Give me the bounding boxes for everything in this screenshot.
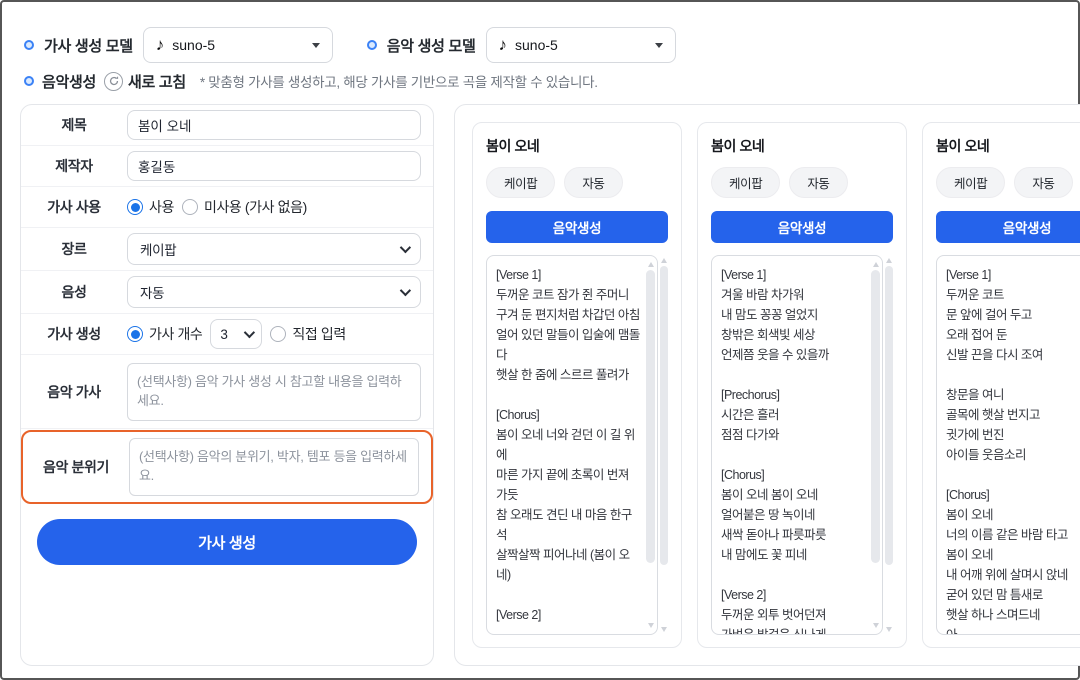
radio-selected-icon — [127, 326, 143, 342]
music-model-label: 음악 생성 모델 — [387, 35, 476, 56]
model-select-bar: 가사 생성 모델 ♪ suno-5 음악 생성 모델 ♪ suno-5 — [24, 26, 1060, 64]
generate-lyrics-button[interactable]: 가사 생성 — [37, 519, 417, 565]
lyrics-scrollbar[interactable] — [871, 262, 880, 628]
blue-dot-icon — [24, 40, 34, 50]
music-model-select[interactable]: ♪ suno-5 — [486, 27, 676, 63]
blue-dot-icon — [367, 40, 377, 50]
title-row: 제목 — [21, 105, 433, 146]
lyrics-box: [Verse 1] 두꺼운 코트 문 앞에 걸어 두고 오래 접어 둔 신발 끈… — [936, 255, 1080, 635]
lyrics-box: [Verse 1] 두꺼운 코트 잠가 쥔 주머니 구겨 둔 편지처럼 차갑던 … — [486, 255, 668, 635]
generate-music-button[interactable]: 음악생성 — [486, 211, 668, 243]
lyrics-model-label: 가사 생성 모델 — [44, 35, 133, 56]
blue-dot-icon — [24, 76, 34, 86]
lyrics-box: [Verse 1] 겨울 바람 차가워 내 맘도 꽁꽁 얼었지 창밖은 회색빛 … — [711, 255, 893, 635]
genre-tag: 케이팝 — [486, 167, 555, 198]
creator-input[interactable] — [127, 151, 421, 181]
creator-label: 제작자 — [21, 156, 127, 176]
music-mood-textarea[interactable] — [129, 438, 419, 496]
radio-unselected-icon — [182, 199, 198, 215]
dropdown-arrow-icon — [312, 43, 320, 48]
voice-label: 음성 — [21, 282, 127, 302]
lyrics-model-value: suno-5 — [172, 37, 304, 53]
music-note-icon: ♪ — [499, 36, 508, 53]
lyrics-textarea[interactable]: [Verse 1] 두꺼운 코트 문 앞에 걸어 두고 오래 접어 둔 신발 끈… — [936, 255, 1080, 635]
generate-music-button[interactable]: 음악생성 — [711, 211, 893, 243]
voice-tag: 자동 — [1014, 167, 1072, 198]
chevron-down-icon — [400, 285, 411, 296]
chevron-down-icon — [244, 327, 255, 338]
lyrics-count-radio[interactable]: 가사 개수 — [127, 324, 202, 344]
card-scrollbar[interactable] — [885, 258, 893, 632]
radio-selected-icon — [127, 199, 143, 215]
creator-row: 제작자 — [21, 146, 433, 187]
genre-row: 장르 케이팝 — [21, 228, 433, 271]
generate-music-button[interactable]: 음악생성 — [936, 211, 1080, 243]
card-scrollbar[interactable] — [660, 258, 668, 632]
refresh-button[interactable]: 새로 고침 — [104, 71, 186, 92]
genre-label: 장르 — [21, 239, 127, 259]
music-gen-label: 음악생성 — [42, 71, 96, 92]
lyrics-gen-label: 가사 생성 — [21, 324, 127, 344]
voice-tag: 자동 — [564, 167, 622, 198]
lyrics-model-select[interactable]: ♪ suno-5 — [143, 27, 333, 63]
direct-input-radio[interactable]: 직접 입력 — [270, 324, 345, 344]
voice-row: 음성 자동 — [21, 271, 433, 314]
music-lyrics-row: 음악 가사 — [21, 355, 433, 429]
genre-tag: 케이팝 — [711, 167, 780, 198]
title-input[interactable] — [127, 110, 421, 140]
lyrics-gen-row: 가사 생성 가사 개수 3 직접 입력 — [21, 314, 433, 355]
lyrics-count-select[interactable]: 3 — [210, 319, 262, 349]
voice-tag: 자동 — [789, 167, 847, 198]
genre-select[interactable]: 케이팝 — [127, 233, 421, 265]
card-title: 봄이 오네 — [711, 136, 893, 156]
radio-unselected-icon — [270, 326, 286, 342]
results-panel: 봄이 오네 케이팝 자동 음악생성 [Verse 1] 두꺼운 코트 잠가 쥔 … — [454, 104, 1080, 666]
lyrics-card: 봄이 오네 케이팝 자동 음악생성 [Verse 1] 겨울 바람 차가워 내 … — [697, 122, 907, 648]
use-lyrics-row: 가사 사용 사용 미사용 (가사 없음) — [21, 187, 433, 228]
refresh-label: 새로 고침 — [128, 71, 186, 92]
lyrics-scrollbar[interactable] — [646, 262, 655, 628]
music-mood-label: 음악 분위기 — [23, 457, 129, 477]
chevron-down-icon — [400, 242, 411, 253]
music-gen-bar: 음악생성 새로 고침 * 맞춤형 가사를 생성하고, 해당 가사를 기반으로 곡… — [24, 68, 1060, 94]
music-note-icon: ♪ — [156, 36, 165, 53]
lyrics-form-panel: 제목 제작자 가사 사용 사용 미사용 (가사 없음) — [20, 104, 434, 666]
lyrics-card: 봄이 오네 케이팝 자동 음악생성 [Verse 1] 두꺼운 코트 문 앞에 … — [922, 122, 1080, 648]
dropdown-arrow-icon — [655, 43, 663, 48]
lyrics-textarea[interactable]: [Verse 1] 겨울 바람 차가워 내 맘도 꽁꽁 얼었지 창밖은 회색빛 … — [711, 255, 883, 635]
genre-tag: 케이팝 — [936, 167, 1005, 198]
card-title: 봄이 오네 — [486, 136, 668, 156]
music-mood-row: 음악 분위기 — [21, 430, 433, 504]
music-model-value: suno-5 — [515, 37, 647, 53]
title-label: 제목 — [21, 115, 127, 135]
music-lyrics-textarea[interactable] — [127, 363, 421, 421]
lyrics-textarea[interactable]: [Verse 1] 두꺼운 코트 잠가 쥔 주머니 구겨 둔 편지처럼 차갑던 … — [486, 255, 658, 635]
lyrics-card: 봄이 오네 케이팝 자동 음악생성 [Verse 1] 두꺼운 코트 잠가 쥔 … — [472, 122, 682, 648]
helper-note: * 맞춤형 가사를 생성하고, 해당 가사를 기반으로 곡을 제작할 수 있습니… — [200, 71, 598, 91]
use-lyrics-label: 가사 사용 — [21, 197, 127, 217]
refresh-icon — [104, 72, 123, 91]
no-lyrics-radio[interactable]: 미사용 (가사 없음) — [182, 197, 307, 217]
use-lyrics-radio[interactable]: 사용 — [127, 197, 174, 217]
voice-select[interactable]: 자동 — [127, 276, 421, 308]
card-title: 봄이 오네 — [936, 136, 1080, 156]
music-lyrics-label: 음악 가사 — [21, 382, 127, 402]
